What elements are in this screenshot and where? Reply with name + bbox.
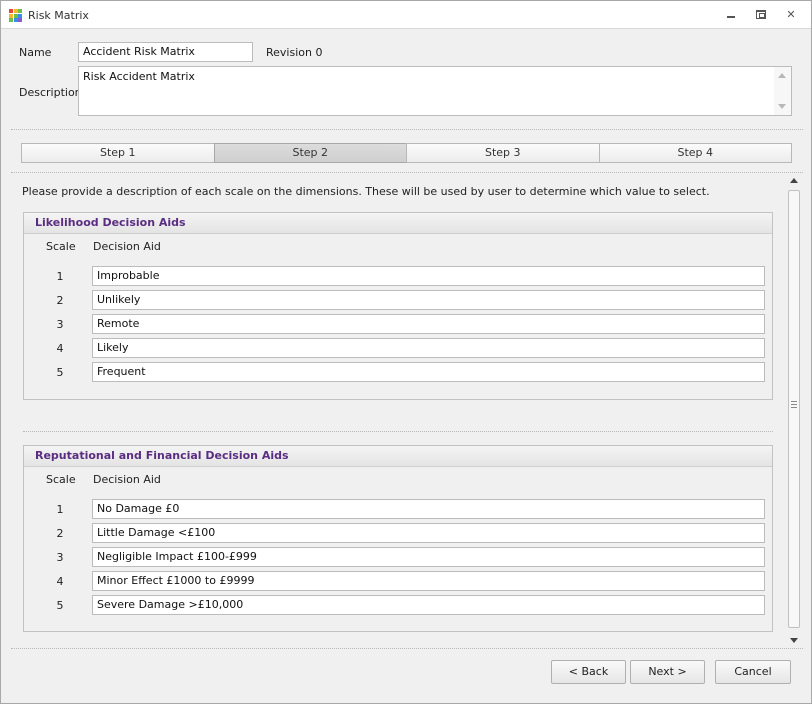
scale-number: 5 xyxy=(56,366,64,379)
scale-number: 2 xyxy=(56,527,64,540)
scale-number: 3 xyxy=(56,551,64,564)
tab-step-4[interactable]: Step 4 xyxy=(598,143,792,163)
decision-aid-input[interactable]: Severe Damage >£10,000 xyxy=(92,595,765,615)
likelihood-group: Likelihood Decision Aids Scale Decision … xyxy=(23,212,773,400)
decision-aid-input[interactable]: Improbable xyxy=(92,266,765,286)
close-icon[interactable]: ✕ xyxy=(784,8,798,22)
content-scrollbar[interactable] xyxy=(786,174,802,646)
scroll-down-icon[interactable] xyxy=(778,104,786,109)
decision-aid-input[interactable]: Remote xyxy=(92,314,765,334)
cancel-button[interactable]: Cancel xyxy=(715,660,791,684)
decision-aid-input[interactable]: Frequent xyxy=(92,362,765,382)
description-text: Risk Accident Matrix xyxy=(83,70,195,83)
maximize-icon[interactable] xyxy=(754,8,768,22)
scale-number: 4 xyxy=(56,342,64,355)
decision-aid-input[interactable]: Unlikely xyxy=(92,290,765,310)
instruction-text: Please provide a description of each sca… xyxy=(22,185,710,198)
scroll-up-icon[interactable] xyxy=(778,73,786,78)
description-textarea[interactable]: Risk Accident Matrix xyxy=(78,66,792,116)
scale-number: 1 xyxy=(56,270,64,283)
scrollbar-thumb[interactable] xyxy=(788,190,800,628)
revision-label: Revision 0 xyxy=(266,46,323,59)
likelihood-group-title: Likelihood Decision Aids xyxy=(24,213,772,234)
separator xyxy=(11,648,803,649)
scale-number: 5 xyxy=(56,599,64,612)
window-title: Risk Matrix xyxy=(28,9,89,22)
scale-column-header: Scale xyxy=(46,240,76,253)
name-label: Name xyxy=(19,46,52,59)
reputational-group-title: Reputational and Financial Decision Aids xyxy=(24,446,772,467)
name-input[interactable]: Accident Risk Matrix xyxy=(78,42,253,62)
reputational-group: Reputational and Financial Decision Aids… xyxy=(23,445,773,632)
scroll-up-icon[interactable] xyxy=(790,178,798,183)
step-tabs: Step 1 Step 2 Step 3 Step 4 xyxy=(21,143,792,163)
next-button[interactable]: Next > xyxy=(630,660,705,684)
risk-matrix-window: Risk Matrix ✕ Name Accident Risk Matrix … xyxy=(0,0,812,704)
scroll-down-icon[interactable] xyxy=(790,638,798,643)
scale-number: 2 xyxy=(56,294,64,307)
scale-number: 4 xyxy=(56,575,64,588)
decision-aid-column-header: Decision Aid xyxy=(93,473,161,486)
tab-step-1[interactable]: Step 1 xyxy=(21,143,215,163)
minimize-icon[interactable] xyxy=(724,8,738,22)
grip-icon xyxy=(791,401,797,408)
decision-aid-input[interactable]: Minor Effect £1000 to £9999 xyxy=(92,571,765,591)
tab-step-2[interactable]: Step 2 xyxy=(213,143,407,163)
tab-step-3[interactable]: Step 3 xyxy=(406,143,600,163)
description-label: Description xyxy=(19,86,82,99)
title-bar: Risk Matrix ✕ xyxy=(1,1,811,29)
separator xyxy=(11,172,803,173)
decision-aid-input[interactable]: Little Damage <£100 xyxy=(92,523,765,543)
separator xyxy=(11,129,803,130)
decision-aid-input[interactable]: Likely xyxy=(92,338,765,358)
back-button[interactable]: < Back xyxy=(551,660,626,684)
scale-column-header: Scale xyxy=(46,473,76,486)
grid-icon xyxy=(9,9,22,22)
scale-number: 1 xyxy=(56,503,64,516)
description-scrollbar[interactable] xyxy=(774,67,791,115)
decision-aid-column-header: Decision Aid xyxy=(93,240,161,253)
decision-aid-input[interactable]: Negligible Impact £100-£999 xyxy=(92,547,765,567)
scale-number: 3 xyxy=(56,318,64,331)
separator xyxy=(23,431,773,432)
decision-aid-input[interactable]: No Damage £0 xyxy=(92,499,765,519)
